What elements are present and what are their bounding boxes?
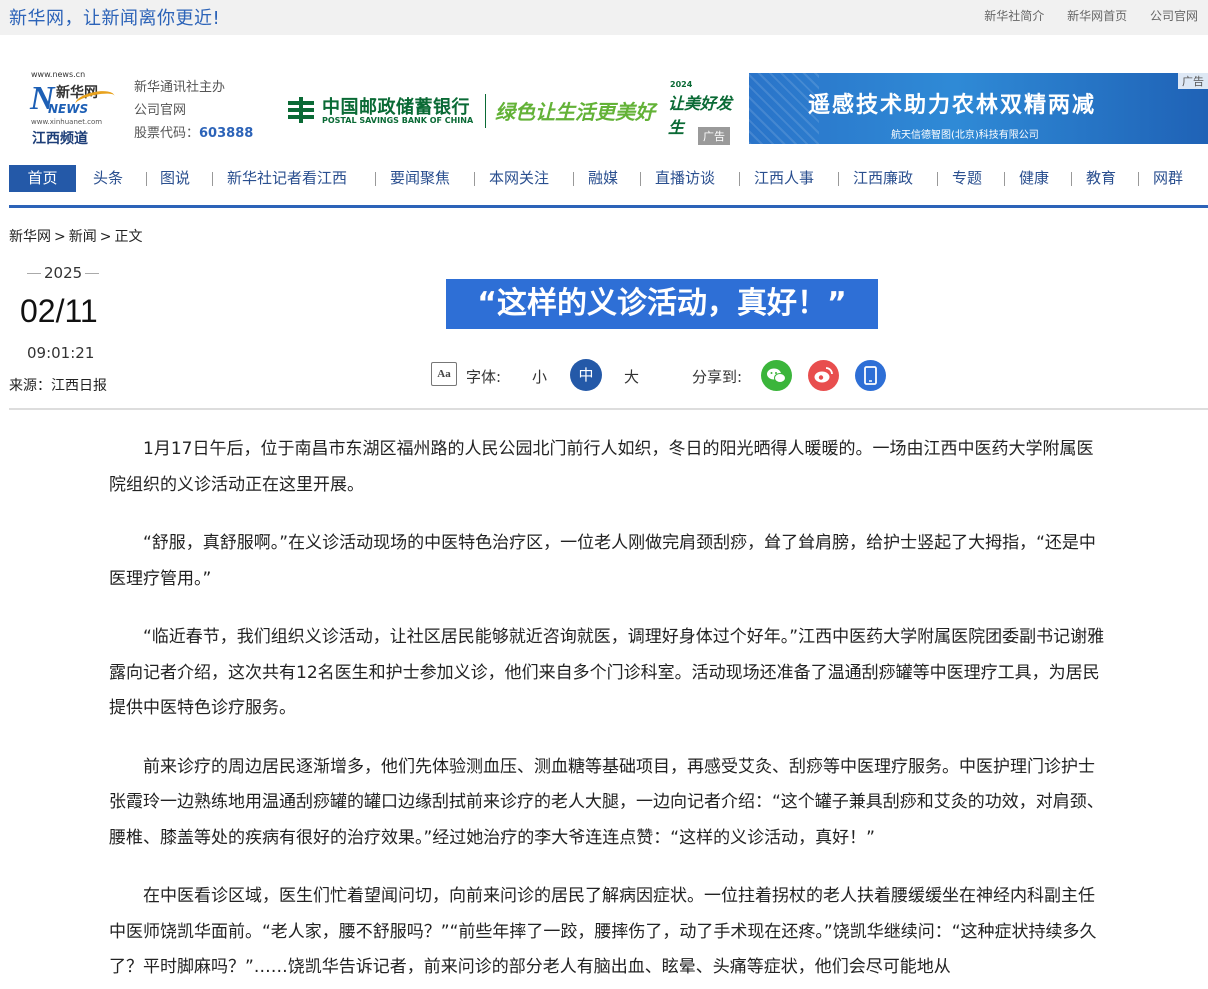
article-paragraph: 前来诊疗的周边居民逐渐增多，他们先体验测血压、测血糖等基础项目，再感受艾灸、刮痧… (109, 756, 1104, 848)
nav-separator (573, 172, 574, 186)
nav-personnel[interactable]: 江西人事 (754, 165, 814, 192)
sponsor-info: 新华通讯社主办 公司官网 股票代码：603888 (134, 76, 253, 145)
ad-divider (485, 94, 486, 128)
ad-label: 广告 (1178, 73, 1208, 89)
article-paragraph: “临近春节，我们组织义诊活动，让社区居民能够就近咨询就医，调理好身体过个好年。”… (109, 627, 1105, 718)
logo-channel: 江西频道 (32, 131, 88, 147)
ad-label: 广告 (698, 127, 730, 145)
breadcrumb-news[interactable]: 新闻 (69, 229, 97, 245)
nav-separator (838, 172, 839, 186)
main-nav: 首页 头条 图说 新华社记者看江西 要闻聚焦 本网关注 融媒 直播访谈 江西人事… (9, 165, 1201, 192)
nav-headlines[interactable]: 头条 (93, 165, 123, 192)
article-title: “这样的义诊活动，真好！” (446, 279, 878, 329)
nav-separator (146, 172, 147, 186)
nav-separator (375, 172, 376, 186)
meta-divider (9, 408, 1208, 410)
nav-topics[interactable]: 专题 (952, 165, 982, 192)
nav-net-group[interactable]: 网群 (1153, 165, 1183, 192)
nav-separator (739, 172, 740, 186)
share-label: 分享到: (692, 368, 743, 386)
breadcrumb-home[interactable]: 新华网 (9, 229, 51, 245)
nav-focus-news[interactable]: 要闻聚焦 (390, 165, 450, 192)
nav-separator (1004, 172, 1005, 186)
mobile-icon (864, 366, 877, 385)
article-source: 来源：江西日报 (9, 378, 107, 394)
stock-code: 股票代码：603888 (134, 126, 254, 141)
nav-photo[interactable]: 图说 (160, 165, 190, 192)
font-size-medium[interactable]: 中 (570, 359, 602, 391)
publish-time: 09:01:21 (27, 344, 95, 362)
psbc-name-en: POSTAL SAVINGS BANK OF CHINA (322, 116, 474, 125)
logo-news-word: NEWS (48, 102, 89, 116)
logo-url-bottom: www.xinhuanet.com (31, 118, 103, 126)
top-bar: 新华网，让新闻离你更近! 新华社简介 新华网首页 公司官网 (0, 0, 1208, 35)
nav-separator (937, 172, 938, 186)
nav-site-focus[interactable]: 本网关注 (489, 165, 549, 192)
publish-date: 02/11 (20, 293, 98, 329)
remote-ad-company: 航天信德智图(北京)科技有限公司 (891, 130, 1039, 141)
article-paragraph: 1月17日午后，位于南昌市东湖区福州路的人民公园北门前行人如织，冬日的阳光晒得人… (109, 439, 1094, 495)
psbc-year: 2024 (670, 80, 693, 89)
link-company-site[interactable]: 公司官网 (1150, 9, 1198, 23)
nav-separator (1071, 172, 1072, 186)
sponsor-line: 新华通讯社主办 (134, 80, 226, 95)
nav-separator (212, 172, 213, 186)
logo-url-top: www.news.cn (31, 70, 86, 79)
nav-health[interactable]: 健康 (1019, 165, 1049, 192)
nav-separator (640, 172, 641, 186)
site-slogan: 新华网，让新闻离你更近! (9, 8, 221, 29)
psbc-ad-banner[interactable]: 中国邮政储蓄银行 POSTAL SAVINGS BANK OF CHINA 绿色… (282, 78, 740, 145)
nav-media[interactable]: 融媒 (588, 165, 618, 192)
article-paragraph: 在中医看诊区域，医生们忙着望闻问切，向前来问诊的居民了解病因症状。一位拄着拐杖的… (109, 886, 1097, 977)
company-site-link[interactable]: 公司官网 (134, 99, 253, 122)
site-logo[interactable]: www.news.cn N 新华网 NEWS www.xinhuanet.com… (30, 70, 120, 147)
font-size-icon: Aa (431, 362, 457, 386)
remote-ad-title: 遥感技术助力农林双精两减 (808, 93, 1097, 118)
nav-live-interview[interactable]: 直播访谈 (655, 165, 715, 192)
nav-home[interactable]: 首页 (9, 165, 76, 192)
breadcrumb: 新华网 > 新闻 > 正文 (9, 229, 143, 245)
font-size-large[interactable]: 大 (624, 366, 639, 387)
nav-education[interactable]: 教育 (1086, 165, 1116, 192)
nav-divider (9, 205, 1208, 208)
publish-year: 2025 (24, 264, 102, 282)
breadcrumb-current: 正文 (114, 229, 143, 245)
psbc-slogan: 绿色让生活更美好 (495, 100, 655, 124)
nav-reporters-jiangxi[interactable]: 新华社记者看江西 (227, 165, 347, 192)
article-paragraph: “舒服，真舒服啊。”在义诊活动现场的中医特色治疗区，一位老人刚做完肩颈刮痧，耸了… (109, 533, 1096, 589)
top-links: 新华社简介 新华网首页 公司官网 (965, 7, 1198, 24)
font-size-small[interactable]: 小 (532, 366, 547, 387)
psbc-logo-icon (288, 97, 314, 123)
share-mobile-button[interactable] (855, 360, 886, 391)
article-body: 1月17日午后，位于南昌市东湖区福州路的人民公园北门前行人如织，冬日的阳光晒得人… (109, 432, 1109, 989)
nav-separator (474, 172, 475, 186)
font-size-label: 字体: (466, 368, 502, 386)
link-xinhua-intro[interactable]: 新华社简介 (984, 9, 1044, 23)
weibo-icon (814, 367, 833, 383)
share-weibo-button[interactable] (808, 360, 839, 391)
share-wechat-button[interactable] (761, 360, 792, 391)
nav-integrity[interactable]: 江西廉政 (853, 165, 913, 192)
nav-separator (1138, 172, 1139, 186)
link-xinhuanet-home[interactable]: 新华网首页 (1067, 9, 1127, 23)
remote-sensing-ad-banner[interactable]: 遥感技术助力农林双精两减 航天信德智图(北京)科技有限公司 广告 (749, 73, 1208, 144)
wechat-icon (767, 368, 786, 383)
